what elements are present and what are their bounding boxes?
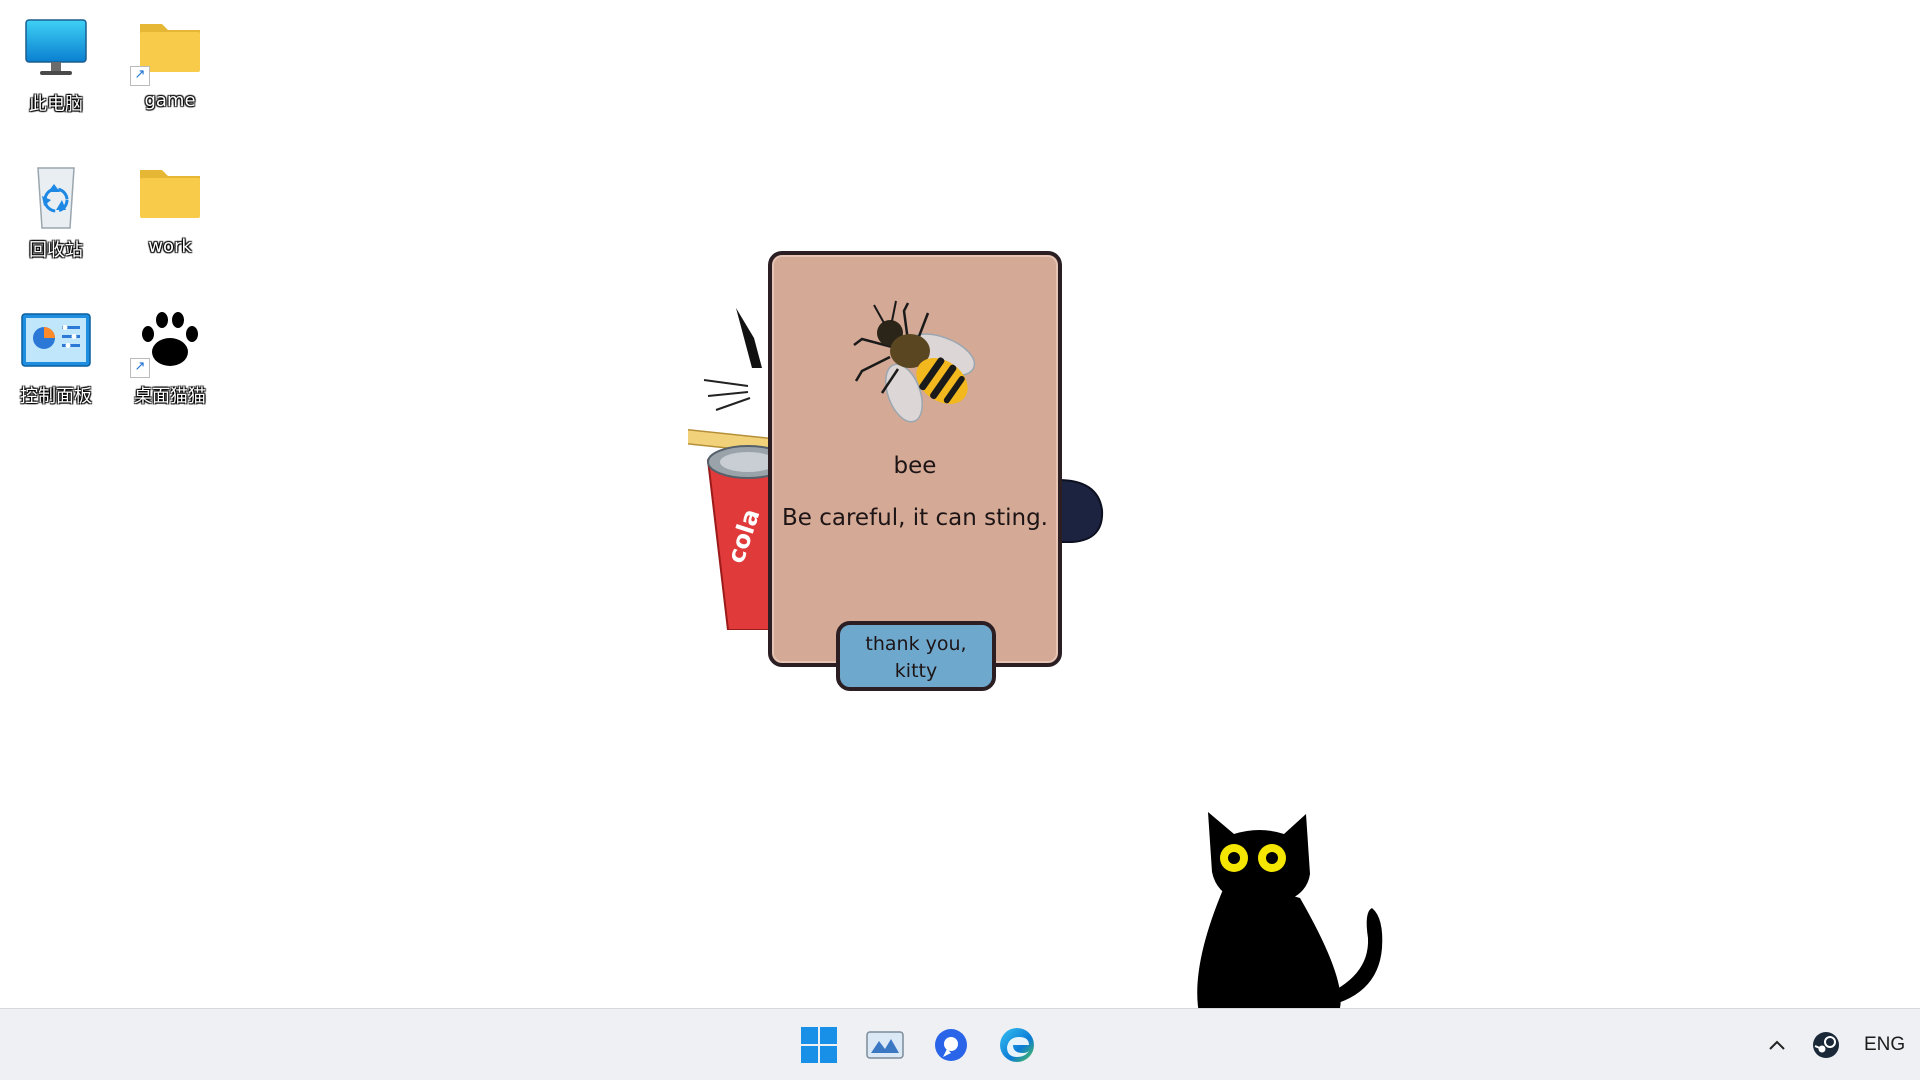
chat-icon[interactable] xyxy=(929,1023,973,1067)
desktop-icon-this-pc[interactable]: 此电脑 xyxy=(6,10,106,130)
monitor-icon xyxy=(18,16,94,84)
taskbar: ENG xyxy=(0,1008,1920,1080)
desktop-icon-control-panel[interactable]: 控制面板 xyxy=(6,302,106,422)
desktop-icon-desktop-cat[interactable]: ↗ 桌面猫猫 xyxy=(120,302,220,422)
button-label-line2: kitty xyxy=(894,660,938,682)
control-panel-icon xyxy=(18,308,94,376)
desktop-cat-pet[interactable] xyxy=(1188,808,1384,1040)
creature-description: Be careful, it can sting. xyxy=(782,505,1048,531)
input-language-indicator[interactable]: ENG xyxy=(1864,1009,1905,1081)
steam-tray-icon[interactable] xyxy=(1811,1009,1841,1081)
button-label-line1: thank you, xyxy=(865,633,967,655)
thank-you-kitty-button[interactable]: thank you, kitty xyxy=(836,621,996,691)
steam-icon xyxy=(1813,1032,1839,1058)
desktop-icon-label: work xyxy=(148,236,192,257)
shortcut-arrow-icon: ↗ xyxy=(130,66,150,86)
desktop-icon-label: 回收站 xyxy=(29,240,83,261)
bee-icon xyxy=(844,295,990,435)
shortcut-arrow-icon: ↗ xyxy=(130,358,150,378)
language-label: ENG xyxy=(1864,1034,1906,1055)
creature-name: bee xyxy=(893,453,937,479)
desktop-icon-recycle-bin[interactable]: 回收站 xyxy=(6,156,106,276)
photos-icon[interactable] xyxy=(863,1023,907,1067)
desktop-icon-label: 桌面猫猫 xyxy=(134,386,206,407)
desktop-icon-label: 控制面板 xyxy=(20,386,92,407)
chevron-up-icon xyxy=(1769,1040,1785,1050)
show-hidden-icons-button[interactable] xyxy=(1764,1009,1790,1081)
folder-icon xyxy=(132,162,208,230)
desktop-icon-work[interactable]: work xyxy=(120,156,220,276)
edge-icon[interactable] xyxy=(995,1023,1039,1067)
recycle-bin-icon xyxy=(18,162,94,230)
paw-icon: ↗ xyxy=(130,308,208,378)
desktop-icon-label: 此电脑 xyxy=(29,94,83,115)
desktop-icon-game[interactable]: ↗ game xyxy=(120,10,220,130)
windows-start-icon[interactable] xyxy=(797,1023,841,1067)
desktop-icon-label: game xyxy=(144,90,196,111)
folder-icon: ↗ xyxy=(130,16,208,86)
creature-info-dialog: bee Be careful, it can sting. xyxy=(768,251,1062,667)
